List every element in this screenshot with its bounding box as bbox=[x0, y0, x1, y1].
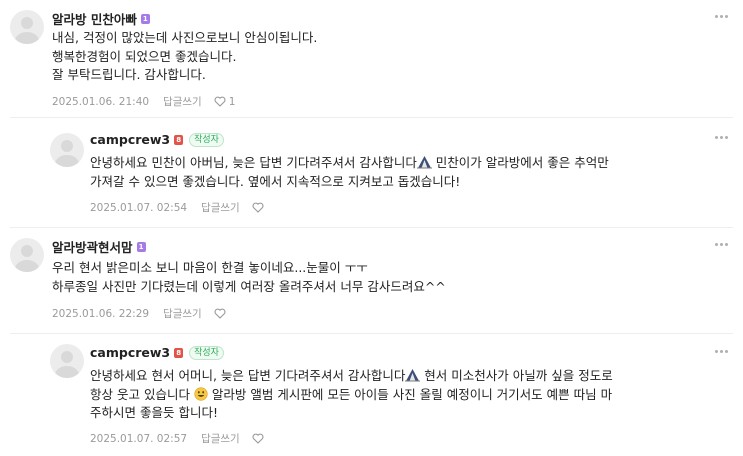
like-button[interactable] bbox=[252, 202, 267, 213]
comment-author[interactable]: campcrew3 bbox=[90, 345, 170, 360]
more-dots-icon[interactable] bbox=[715, 349, 729, 355]
avatar[interactable] bbox=[50, 133, 84, 167]
comment-text: 우리 현서 밝은미소 보니 마음이 한결 놓이네요...눈물이 ㅜㅜ 하루종일 … bbox=[52, 259, 446, 296]
default-profile-icon bbox=[15, 245, 39, 272]
avatar[interactable] bbox=[50, 344, 84, 378]
writer-badge: 작성자 bbox=[189, 345, 224, 360]
divider bbox=[10, 333, 733, 334]
heart-outline-icon bbox=[252, 433, 264, 444]
comment-text-line: 우리 현서 밝은미소 보니 마음이 한결 놓이네요...눈물이 ㅜㅜ bbox=[52, 260, 368, 275]
like-button[interactable]: 1 bbox=[214, 95, 236, 108]
heart-outline-icon bbox=[214, 96, 226, 107]
reply-button[interactable]: 답글쓰기 bbox=[163, 94, 202, 109]
comment-text-part: 현서 미소천사가 아닐까 싶을 정도로 bbox=[420, 368, 613, 383]
reply-button[interactable]: 답글쓰기 bbox=[163, 306, 202, 321]
comment-date: 2025.01.07. 02:57 bbox=[90, 432, 188, 445]
default-profile-icon bbox=[55, 351, 79, 378]
comment-text: 내심, 걱정이 많았는데 사진으로보니 안심이됩니다. 행복한경험이 되었으면 … bbox=[52, 29, 317, 85]
comment-text-part: 안녕하세요 현서 어머니, 늦은 답변 기다려주셔서 감사합니다 bbox=[90, 368, 406, 383]
comment-text-line: 하루종일 사진만 기다렸는데 이렇게 여러장 올려주셔서 너무 감사드려요^^ bbox=[52, 278, 446, 294]
divider bbox=[10, 117, 733, 118]
comment-text-line: 주하시면 좋을듯 합니다! bbox=[90, 405, 218, 420]
more-dots-icon[interactable] bbox=[715, 14, 729, 20]
comment-author-row: 알라방 민찬아빠 1 bbox=[52, 9, 150, 28]
comment-text-line: 항상 웃고 있습니다 알라방 앨범 게시판에 모든 아이들 사진 올릴 예정이니… bbox=[90, 386, 613, 405]
grinning-face-emoji bbox=[194, 386, 208, 401]
member-level-badge: 1 bbox=[140, 13, 150, 24]
comment-meta: 2025.01.06. 21:40 답글쓰기 1 bbox=[52, 94, 235, 109]
comment-author-row: 알라방곽현서맘 1 bbox=[52, 237, 146, 256]
comment-meta: 2025.01.07. 02:57 답글쓰기 bbox=[90, 431, 267, 446]
comment-text: 안녕하세요 민찬이 아버님, 늦은 답변 기다려주셔서 감사합니다 민찬이가 알… bbox=[90, 154, 609, 191]
member-level-badge: 1 bbox=[136, 241, 146, 252]
comment-date: 2025.01.06. 21:40 bbox=[52, 95, 150, 108]
camping-tent-emoji bbox=[416, 156, 432, 169]
comment-date: 2025.01.07. 02:54 bbox=[90, 201, 188, 214]
like-button[interactable] bbox=[252, 433, 267, 444]
member-level-badge: 8 bbox=[174, 134, 184, 145]
default-profile-icon bbox=[55, 140, 79, 167]
comment-author[interactable]: campcrew3 bbox=[90, 132, 170, 147]
avatar[interactable] bbox=[10, 238, 44, 272]
avatar[interactable] bbox=[10, 10, 44, 44]
more-dots-icon[interactable] bbox=[715, 135, 729, 141]
divider bbox=[10, 227, 733, 228]
comment-text-line: 안녕하세요 민찬이 아버님, 늦은 답변 기다려주셔서 감사합니다 민찬이가 알… bbox=[90, 154, 609, 173]
like-button[interactable] bbox=[214, 308, 229, 319]
comment-text-line: 가져갈 수 있으면 좋겠습니다. 옆에서 지속적으로 지켜보고 돕겠습니다! bbox=[90, 173, 461, 189]
comment-text-line: 안녕하세요 현서 어머니, 늦은 답변 기다려주셔서 감사합니다 현서 미소천사… bbox=[90, 367, 613, 386]
member-level-badge: 8 bbox=[174, 347, 184, 358]
comment-text-part: 알라방 앨범 게시판에 모든 아이들 사진 올릴 예정이니 거기서도 예쁜 따님… bbox=[207, 386, 613, 402]
comment-text-line: 내심, 걱정이 많았는데 사진으로보니 안심이됩니다. bbox=[52, 30, 318, 45]
comment-text-part: 민찬이가 알라방에서 좋은 추억만 bbox=[431, 155, 609, 170]
comment-text-part: 안녕하세요 민찬이 아버님, 늦은 답변 기다려주셔서 감사합니다 bbox=[90, 155, 417, 170]
comment-author-row: campcrew3 8 작성자 bbox=[90, 345, 224, 360]
comment-text: 안녕하세요 현서 어머니, 늦은 답변 기다려주셔서 감사합니다 현서 미소천사… bbox=[90, 367, 613, 423]
comment-text-line: 행복한경험이 되었으면 좋겠습니다. bbox=[52, 48, 237, 64]
more-dots-icon[interactable] bbox=[715, 242, 729, 248]
comment-date: 2025.01.06. 22:29 bbox=[52, 307, 150, 320]
heart-outline-icon bbox=[252, 202, 264, 213]
camping-tent-emoji bbox=[405, 369, 421, 382]
comment-text-line: 잘 부탁드립니다. 감사합니다. bbox=[52, 67, 206, 82]
comment-meta: 2025.01.07. 02:54 답글쓰기 bbox=[90, 200, 267, 215]
like-count: 1 bbox=[228, 95, 236, 108]
heart-outline-icon bbox=[214, 308, 226, 319]
comment-author[interactable]: 알라방 민찬아빠 bbox=[52, 9, 137, 28]
comment-author-row: campcrew3 8 작성자 bbox=[90, 132, 224, 147]
writer-badge: 작성자 bbox=[189, 132, 224, 147]
comment-author[interactable]: 알라방곽현서맘 bbox=[52, 237, 133, 256]
default-profile-icon bbox=[15, 17, 39, 44]
reply-button[interactable]: 답글쓰기 bbox=[201, 431, 240, 446]
comment-text-part: 항상 웃고 있습니다 bbox=[90, 386, 194, 402]
reply-button[interactable]: 답글쓰기 bbox=[201, 200, 240, 215]
comment-meta: 2025.01.06. 22:29 답글쓰기 bbox=[52, 306, 229, 321]
